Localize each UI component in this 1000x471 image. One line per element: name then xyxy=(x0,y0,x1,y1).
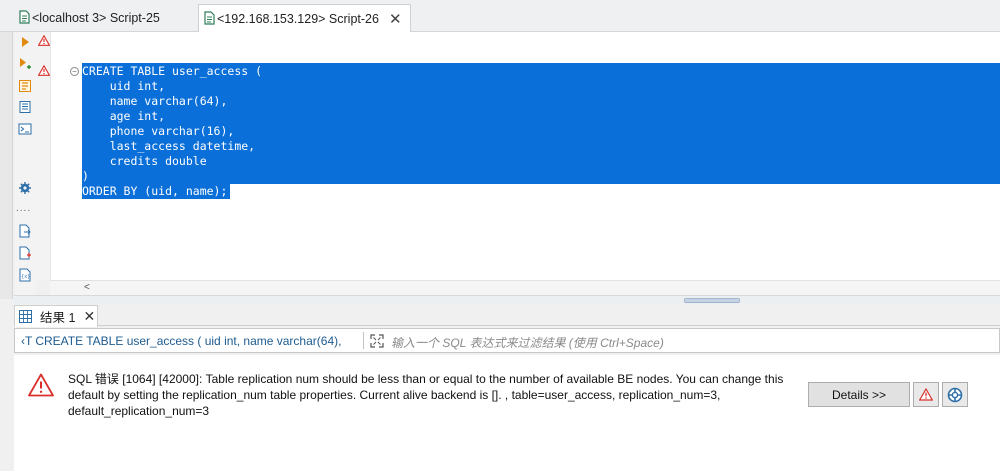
code-line: credits double xyxy=(82,154,207,168)
horizontal-scrollbar[interactable]: < xyxy=(50,280,1000,295)
tab-script-25[interactable]: <localhost 3> Script-25 xyxy=(14,4,168,31)
results-tab-label: 结果 1 xyxy=(40,311,76,325)
panel-splitter[interactable] xyxy=(14,295,1000,304)
execute-statement-icon[interactable] xyxy=(18,35,32,49)
editor-tab-bar: <localhost 3> Script-25 <192.168.153.129… xyxy=(0,0,1000,32)
console-icon[interactable] xyxy=(18,122,32,136)
query-text: ‹T CREATE TABLE user_access ( uid int, na… xyxy=(21,334,341,348)
code-line: phone varchar(16), xyxy=(82,124,235,138)
warning-icon xyxy=(919,388,933,401)
tab-label: <192.168.153.129> Script-26 xyxy=(217,11,379,26)
fold-collapse-icon[interactable]: − xyxy=(70,67,79,76)
settings-gear-icon[interactable] xyxy=(18,181,32,195)
filter-input[interactable]: 输入一个 SQL 表达式来过滤结果 (使用 Ctrl+Space) xyxy=(391,334,664,351)
close-icon[interactable]: ✕ xyxy=(83,308,95,325)
lifebuoy-help-icon xyxy=(947,387,963,402)
script-file-icon xyxy=(204,11,215,25)
left-edge-bar xyxy=(0,32,13,299)
code-line: age int, xyxy=(82,109,166,123)
code-line: name varchar(64), xyxy=(82,94,228,108)
query-sql-text: CREATE TABLE user_access ( uid int, name… xyxy=(35,334,342,348)
script-file-icon xyxy=(19,10,30,24)
filter-separator xyxy=(363,332,364,349)
splitter-grip-icon[interactable] xyxy=(684,298,740,303)
svg-text:{x}: {x} xyxy=(21,274,30,280)
new-script-icon[interactable] xyxy=(18,246,32,260)
more-tools-dots-icon[interactable]: .... xyxy=(16,203,31,214)
scroll-left-icon[interactable]: < xyxy=(84,282,90,293)
error-warning-icon xyxy=(28,373,54,397)
code-line: ORDER BY (uid, name); xyxy=(82,184,228,198)
tab-script-26[interactable]: <192.168.153.129> Script-26 ✕ xyxy=(198,4,411,32)
code-line: last_access datetime, xyxy=(82,139,256,153)
details-button[interactable]: Details >> xyxy=(808,382,910,407)
code-line: uid int, xyxy=(82,79,166,93)
grid-table-icon xyxy=(19,310,32,323)
sql-query-icon: ‹T xyxy=(21,334,33,348)
error-log-button[interactable] xyxy=(913,382,939,407)
tab-label: <localhost 3> Script-25 xyxy=(32,10,160,25)
results-tab-bar: 结果 1 ✕ xyxy=(14,304,1000,327)
help-button[interactable] xyxy=(942,382,968,407)
execute-script-icon[interactable] xyxy=(18,57,32,71)
tab-results-1[interactable]: 结果 1 ✕ xyxy=(14,305,98,327)
explain-plan-icon[interactable] xyxy=(18,79,32,93)
error-message: SQL 错误 [1064] [42000]: Table replication… xyxy=(68,372,784,418)
expand-filter-icon[interactable] xyxy=(370,334,384,348)
code-line: CREATE TABLE user_access ( xyxy=(82,64,263,78)
export-icon[interactable] xyxy=(18,224,32,238)
warning-marker-icon[interactable] xyxy=(38,65,50,76)
variables-icon[interactable]: {x} xyxy=(18,268,32,282)
load-plan-icon[interactable] xyxy=(18,100,32,114)
warning-marker-icon[interactable] xyxy=(38,35,50,46)
results-filter-bar: ‹T CREATE TABLE user_access ( uid int, na… xyxy=(14,328,1000,353)
close-icon[interactable]: ✕ xyxy=(389,10,402,28)
code-line: ) xyxy=(82,169,89,183)
